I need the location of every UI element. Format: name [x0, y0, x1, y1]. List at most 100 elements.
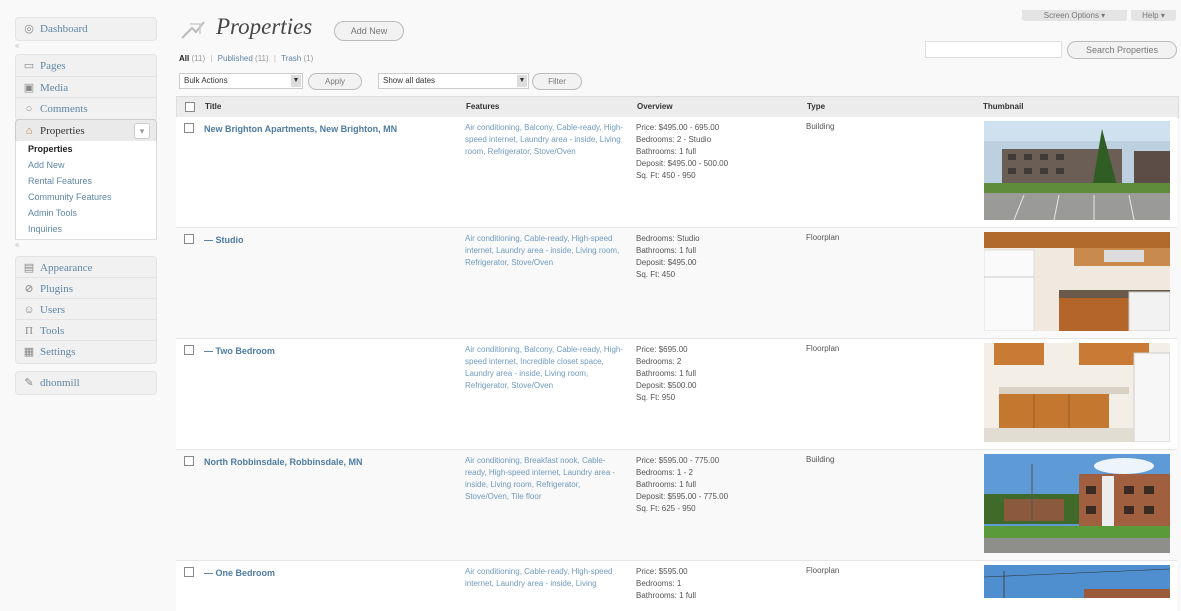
overview-line: Sq. Ft: 950 — [636, 393, 676, 402]
tools-icon: Π — [25, 325, 33, 337]
overview-line: Deposit: $595.00 - 775.00 — [636, 492, 729, 501]
brick-building-thumbnail[interactable] — [984, 565, 1170, 598]
settings-icon: ▦ — [23, 346, 35, 358]
column-overview: Overview — [637, 102, 673, 111]
menu-label: Comments — [40, 103, 88, 115]
dropdown-arrow-icon: ▼ — [291, 75, 301, 87]
row-features[interactable]: Air conditioning, Balcony, Cable-ready, … — [465, 344, 625, 392]
menu-separator: « — [15, 41, 20, 50]
overview-line: Bathrooms: 1 full — [636, 147, 697, 156]
brick-building-thumbnail[interactable] — [984, 454, 1170, 553]
filter-published-count: (11) — [255, 54, 269, 63]
menu-label: Settings — [40, 346, 76, 358]
chevron-down-icon[interactable]: ▾ — [134, 123, 150, 139]
filter-trash[interactable]: Trash — [281, 54, 301, 63]
screen-options-tab[interactable]: Screen Options ▾ — [1022, 10, 1127, 21]
overview-line: Bedrooms: 2 - Studio — [636, 135, 712, 144]
filter-all-count: (11) — [191, 54, 206, 63]
row-checkbox[interactable] — [184, 234, 194, 244]
date-filter-value: Show all dates — [383, 76, 436, 85]
menu-label: Tools — [40, 325, 65, 337]
row-title-link[interactable]: — Two Bedroom — [204, 344, 454, 358]
menu-comments[interactable]: ○ Comments — [15, 97, 157, 121]
users-icon: ☺ — [23, 304, 35, 316]
filter-trash-count: (1) — [303, 54, 314, 63]
filter-all[interactable]: All — [179, 54, 189, 63]
menu-settings[interactable]: ▦ Settings — [15, 340, 157, 364]
apartment-building-thumbnail[interactable] — [984, 121, 1170, 220]
menu-pages[interactable]: ▭ Pages — [15, 54, 157, 78]
column-title[interactable]: Title — [205, 102, 221, 111]
row-checkbox[interactable] — [184, 456, 194, 466]
menu-label: Plugins — [40, 283, 74, 295]
kitchen-thumbnail[interactable] — [984, 343, 1170, 442]
search-properties-button[interactable]: Search Properties — [1067, 41, 1177, 59]
table-row: — One Bedroom Air conditioning, Cable-re… — [176, 561, 1177, 611]
apply-button[interactable]: Apply — [308, 73, 362, 90]
search-input[interactable] — [925, 41, 1062, 58]
appearance-icon: ▤ — [23, 262, 35, 274]
bulk-actions-select[interactable]: Bulk Actions ▼ — [179, 73, 303, 89]
page-title: Properties — [180, 14, 312, 40]
submenu-properties[interactable]: Properties — [16, 141, 156, 157]
row-features[interactable]: Air conditioning, Breakfast nook, Cable-… — [465, 455, 625, 503]
media-icon: ▣ — [23, 82, 35, 94]
menu-custom-item[interactable]: ✎ dhonmill — [15, 371, 157, 395]
row-features[interactable]: Air conditioning, Balcony, Cable-ready, … — [465, 122, 625, 158]
row-overview: Price: $595.00 - 775.00 Bedrooms: 1 - 2 … — [636, 455, 801, 515]
overview-line: Price: $595.00 - 775.00 — [636, 456, 720, 465]
menu-label: Users — [40, 304, 66, 316]
row-type: Floorplan — [806, 566, 840, 575]
table-row: North Robbinsdale, Robbinsdale, MN Air c… — [176, 450, 1177, 561]
menu-label: Properties — [40, 125, 85, 137]
overview-line: Bedrooms: 1 - 2 — [636, 468, 693, 477]
overview-line: Price: $695.00 — [636, 345, 688, 354]
submenu-add-new[interactable]: Add New — [16, 157, 156, 173]
filter-published[interactable]: Published — [218, 54, 253, 63]
menu-properties[interactable]: ⌂ Properties ▾ — [15, 119, 157, 143]
row-overview: Bedrooms: Studio Bathrooms: 1 full Depos… — [636, 233, 801, 281]
comments-icon: ○ — [25, 103, 33, 115]
row-title-link[interactable]: New Brighton Apartments, New Brighton, M… — [204, 122, 454, 136]
row-type: Floorplan — [806, 233, 840, 242]
row-checkbox[interactable] — [184, 567, 194, 577]
divider: | — [273, 54, 276, 63]
page-title-text: Properties — [216, 14, 313, 39]
row-title-link[interactable]: North Robbinsdale, Robbinsdale, MN — [204, 455, 454, 469]
divider: | — [210, 54, 213, 63]
filter-button[interactable]: Filter — [532, 73, 582, 90]
row-title-link[interactable]: — One Bedroom — [204, 566, 454, 580]
kitchen-thumbnail[interactable] — [984, 232, 1170, 331]
date-filter-select[interactable]: Show all dates ▼ — [378, 73, 529, 89]
row-features[interactable]: Air conditioning, Cable-ready, High-spee… — [465, 233, 625, 269]
submenu-community-features[interactable]: Community Features — [16, 189, 156, 205]
overview-line: Bathrooms: 1 full — [636, 246, 697, 255]
menu-label: Appearance — [40, 262, 93, 274]
row-checkbox[interactable] — [184, 345, 194, 355]
add-new-button[interactable]: Add New — [334, 21, 404, 41]
help-tab[interactable]: Help ▾ — [1131, 10, 1176, 21]
menu-separator: « — [15, 240, 20, 249]
submenu-inquiries[interactable]: Inquiries — [16, 221, 156, 237]
dashboard-icon: ◎ — [24, 23, 34, 35]
menu-label: Media — [40, 82, 69, 94]
row-overview: Price: $695.00 Bedrooms: 2 Bathrooms: 1 … — [636, 344, 801, 404]
pages-icon: ▭ — [23, 60, 35, 72]
table-row: New Brighton Apartments, New Brighton, M… — [176, 117, 1177, 228]
row-features[interactable]: Air conditioning, Cable-ready, High-spee… — [465, 566, 625, 590]
select-all-checkbox[interactable] — [185, 102, 195, 112]
row-checkbox[interactable] — [184, 123, 194, 133]
bulk-actions-value: Bulk Actions — [184, 76, 228, 85]
row-title-link[interactable]: — Studio — [204, 233, 454, 247]
submenu-rental-features[interactable]: Rental Features — [16, 173, 156, 189]
menu-label: Dashboard — [40, 23, 88, 35]
submenu-admin-tools[interactable]: Admin Tools — [16, 205, 156, 221]
overview-line: Price: $495.00 - 695.00 — [636, 123, 720, 132]
properties-icon: ⌂ — [25, 125, 33, 137]
table-row: — Two Bedroom Air conditioning, Balcony,… — [176, 339, 1177, 450]
menu-dashboard[interactable]: ◎ Dashboard — [15, 17, 157, 41]
table-row: — Studio Air conditioning, Cable-ready, … — [176, 228, 1177, 339]
row-type: Building — [806, 455, 835, 464]
row-overview: Price: $595.00 Bedrooms: 1 Bathrooms: 1 … — [636, 566, 801, 602]
overview-line: Bathrooms: 1 full — [636, 591, 697, 600]
